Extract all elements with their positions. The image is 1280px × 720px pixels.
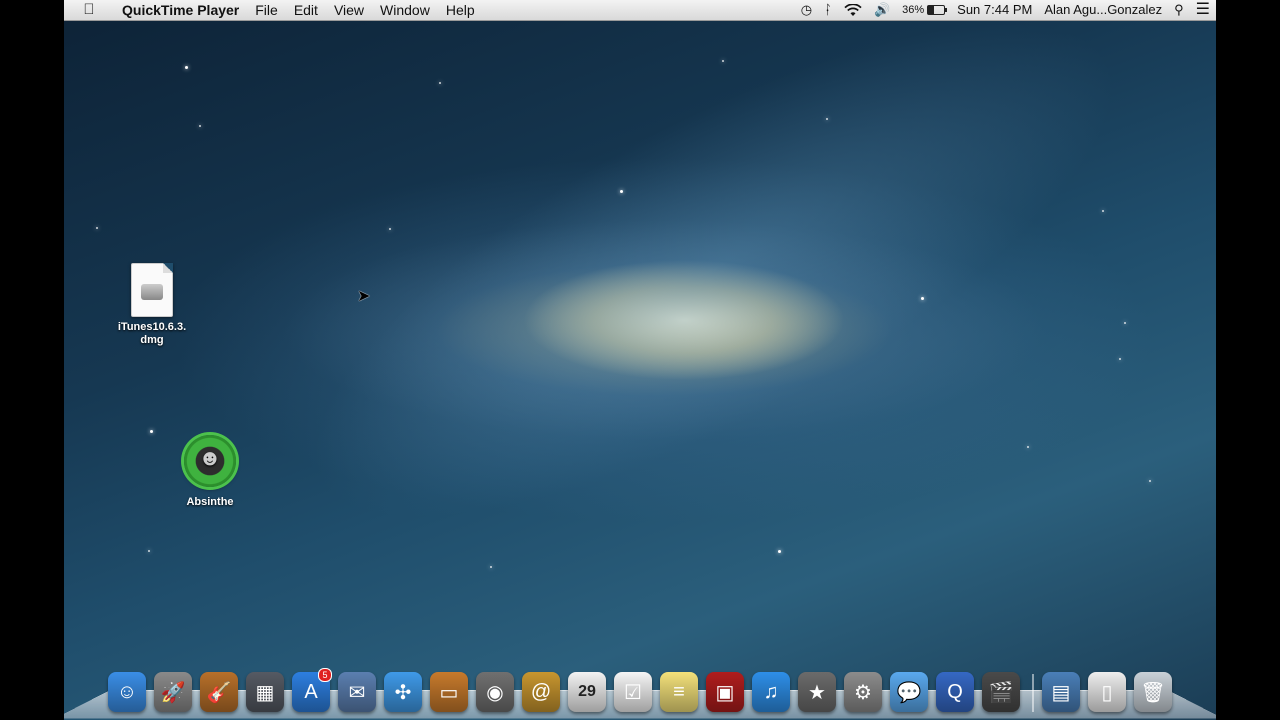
podium-icon: ▭ bbox=[439, 681, 459, 704]
dock-item-applications-folder[interactable]: ▤ bbox=[1042, 672, 1080, 712]
star bbox=[150, 430, 153, 433]
clock[interactable]: Sun 7:44 PM bbox=[951, 0, 1038, 20]
dock-item-app-store[interactable]: A5 bbox=[292, 668, 332, 712]
trash-icon: 🗑 bbox=[1140, 681, 1166, 704]
quicktime-icon: Q bbox=[947, 680, 963, 703]
wifi-icon[interactable] bbox=[838, 3, 868, 17]
desktop-icon-label: iTunes10.6.3. dmg bbox=[117, 321, 187, 346]
battery-fill bbox=[928, 6, 934, 14]
dock-item-address-book[interactable]: @ bbox=[522, 672, 560, 712]
dock-item-notes[interactable]: ≡ bbox=[660, 672, 698, 712]
star bbox=[199, 125, 201, 127]
desktop-icon-itunes-dmg[interactable]: iTunes10.6.3. dmg bbox=[107, 263, 197, 347]
star bbox=[1102, 210, 1104, 212]
dock-item-launchpad[interactable]: 🚀 bbox=[154, 672, 192, 712]
clapper-icon: 🎬 bbox=[988, 681, 1014, 704]
address-book-icon: @ bbox=[530, 680, 552, 703]
guitar-icon: 🎸 bbox=[206, 681, 232, 704]
dock-separator bbox=[1032, 674, 1034, 712]
spotlight-icon[interactable]: ⚲ bbox=[1168, 0, 1190, 20]
dock-item-facetime[interactable]: ◉ bbox=[476, 672, 514, 712]
camera-icon: ◉ bbox=[486, 681, 504, 704]
menu-help[interactable]: Help bbox=[438, 0, 483, 20]
photo-booth-icon: ▣ bbox=[715, 681, 735, 704]
absinthe-icon bbox=[184, 435, 236, 487]
dock-item-calendar[interactable]: 29 bbox=[568, 672, 606, 712]
wifi-glyph bbox=[844, 3, 862, 16]
star bbox=[96, 227, 98, 229]
dock-item-documents-stack[interactable]: ▯ bbox=[1088, 672, 1126, 712]
star bbox=[620, 190, 623, 193]
rocket-icon: 🚀 bbox=[160, 681, 186, 704]
music-note-icon: ♫ bbox=[763, 680, 779, 703]
star bbox=[1149, 480, 1151, 482]
dock-item-finder[interactable]: ☺ bbox=[108, 672, 146, 712]
battery-status[interactable]: 36% bbox=[896, 0, 951, 20]
desktop[interactable]:  QuickTime Player File Edit View Window… bbox=[64, 0, 1216, 720]
star bbox=[490, 566, 492, 568]
star bbox=[826, 118, 828, 120]
finder-icon: ☺ bbox=[116, 680, 138, 703]
volume-icon[interactable]: 🔊 bbox=[868, 0, 896, 20]
eagle-stamp-icon: ✉ bbox=[348, 681, 366, 704]
dock-item-trash[interactable]: 🗑 bbox=[1134, 672, 1172, 712]
battery-icon bbox=[927, 5, 948, 15]
star bbox=[1119, 358, 1121, 360]
star bbox=[1124, 322, 1126, 324]
galaxy-wallpaper bbox=[246, 0, 1182, 614]
dock-item-final-cut[interactable]: 🎬 bbox=[982, 672, 1020, 712]
notification-center-icon[interactable]: ☰ bbox=[1190, 0, 1216, 20]
star bbox=[389, 228, 391, 230]
dock-item-photo-booth[interactable]: ▣ bbox=[706, 672, 744, 712]
dock-item-dashboard[interactable]: ▦ bbox=[246, 672, 284, 712]
mouse-cursor-icon: ➤ bbox=[357, 288, 371, 305]
time-machine-icon[interactable]: ◷ bbox=[795, 0, 818, 20]
checklist-icon: ☑ bbox=[624, 681, 642, 704]
dock-item-mail-stamp[interactable]: ✉ bbox=[338, 672, 376, 712]
dock-item-system-preferences[interactable]: ⚙ bbox=[844, 672, 882, 712]
user-menu[interactable]: Alan Agu...Gonzalez bbox=[1038, 0, 1168, 20]
dock-item-messages[interactable]: 💬 bbox=[890, 672, 928, 712]
document-icon: ▯ bbox=[1101, 681, 1113, 704]
dock-item-imovie[interactable]: ★ bbox=[798, 672, 836, 712]
dmg-file-icon bbox=[131, 263, 173, 317]
dock-item-garageband[interactable]: 🎸 bbox=[200, 672, 238, 712]
app-menu[interactable]: QuickTime Player bbox=[114, 0, 247, 20]
star bbox=[722, 60, 724, 62]
compass-icon: ✣ bbox=[394, 681, 412, 704]
speech-bubbles-icon: 💬 bbox=[896, 681, 922, 704]
notification-badge: 5 bbox=[318, 668, 332, 682]
star bbox=[439, 82, 441, 84]
menu-file[interactable]: File bbox=[247, 0, 286, 20]
dock-item-quicktime[interactable]: Q bbox=[936, 672, 974, 712]
dock-item-itunes[interactable]: ♫ bbox=[752, 672, 790, 712]
apple-menu-icon[interactable]:  bbox=[64, 0, 114, 20]
dock: ☺ 🚀 🎸 ▦ A 5 ✉ ✣ ▭ ◉ @29 ☑ ≡ ▣ ♫ ★ ⚙ 💬 Q 🎬 ▤ ▯ 🗑 bbox=[64, 664, 1216, 720]
folder-icon: ▤ bbox=[1051, 681, 1071, 704]
menu-view[interactable]: View bbox=[326, 0, 372, 20]
star bbox=[185, 66, 188, 69]
app-store-icon: A bbox=[304, 680, 318, 703]
gear-icon: ⚙ bbox=[854, 681, 872, 704]
star bbox=[148, 550, 150, 552]
battery-percent: 36% bbox=[902, 4, 925, 16]
bluetooth-icon[interactable]: ᛛ bbox=[818, 0, 838, 20]
menu-window[interactable]: Window bbox=[372, 0, 438, 20]
dock-icons: ☺ 🚀 🎸 ▦ A 5 ✉ ✣ ▭ ◉ @29 ☑ ≡ ▣ ♫ ★ ⚙ 💬 Q 🎬 ▤ ▯ 🗑 bbox=[84, 664, 1194, 712]
desktop-icon-label: Absinthe bbox=[186, 496, 234, 508]
star bbox=[778, 550, 781, 553]
calendar-icon: 29 bbox=[578, 683, 596, 700]
star-icon: ★ bbox=[808, 681, 826, 704]
dock-item-reminders[interactable]: ☑ bbox=[614, 672, 652, 712]
menu-edit[interactable]: Edit bbox=[286, 0, 326, 20]
notes-icon: ≡ bbox=[673, 680, 685, 703]
desktop-icon-absinthe[interactable]: Absinthe bbox=[165, 435, 255, 509]
star bbox=[921, 297, 924, 300]
dock-item-safari[interactable]: ✣ bbox=[384, 672, 422, 712]
dock-item-keynote[interactable]: ▭ bbox=[430, 672, 468, 712]
dashboard-icon: ▦ bbox=[255, 681, 275, 704]
menu-bar:  QuickTime Player File Edit View Window… bbox=[64, 0, 1216, 21]
status-area: ◷ ᛛ 🔊 36% Sun 7:44 PM Alan Agu...Gonzale… bbox=[795, 0, 1216, 20]
star bbox=[1027, 446, 1029, 448]
